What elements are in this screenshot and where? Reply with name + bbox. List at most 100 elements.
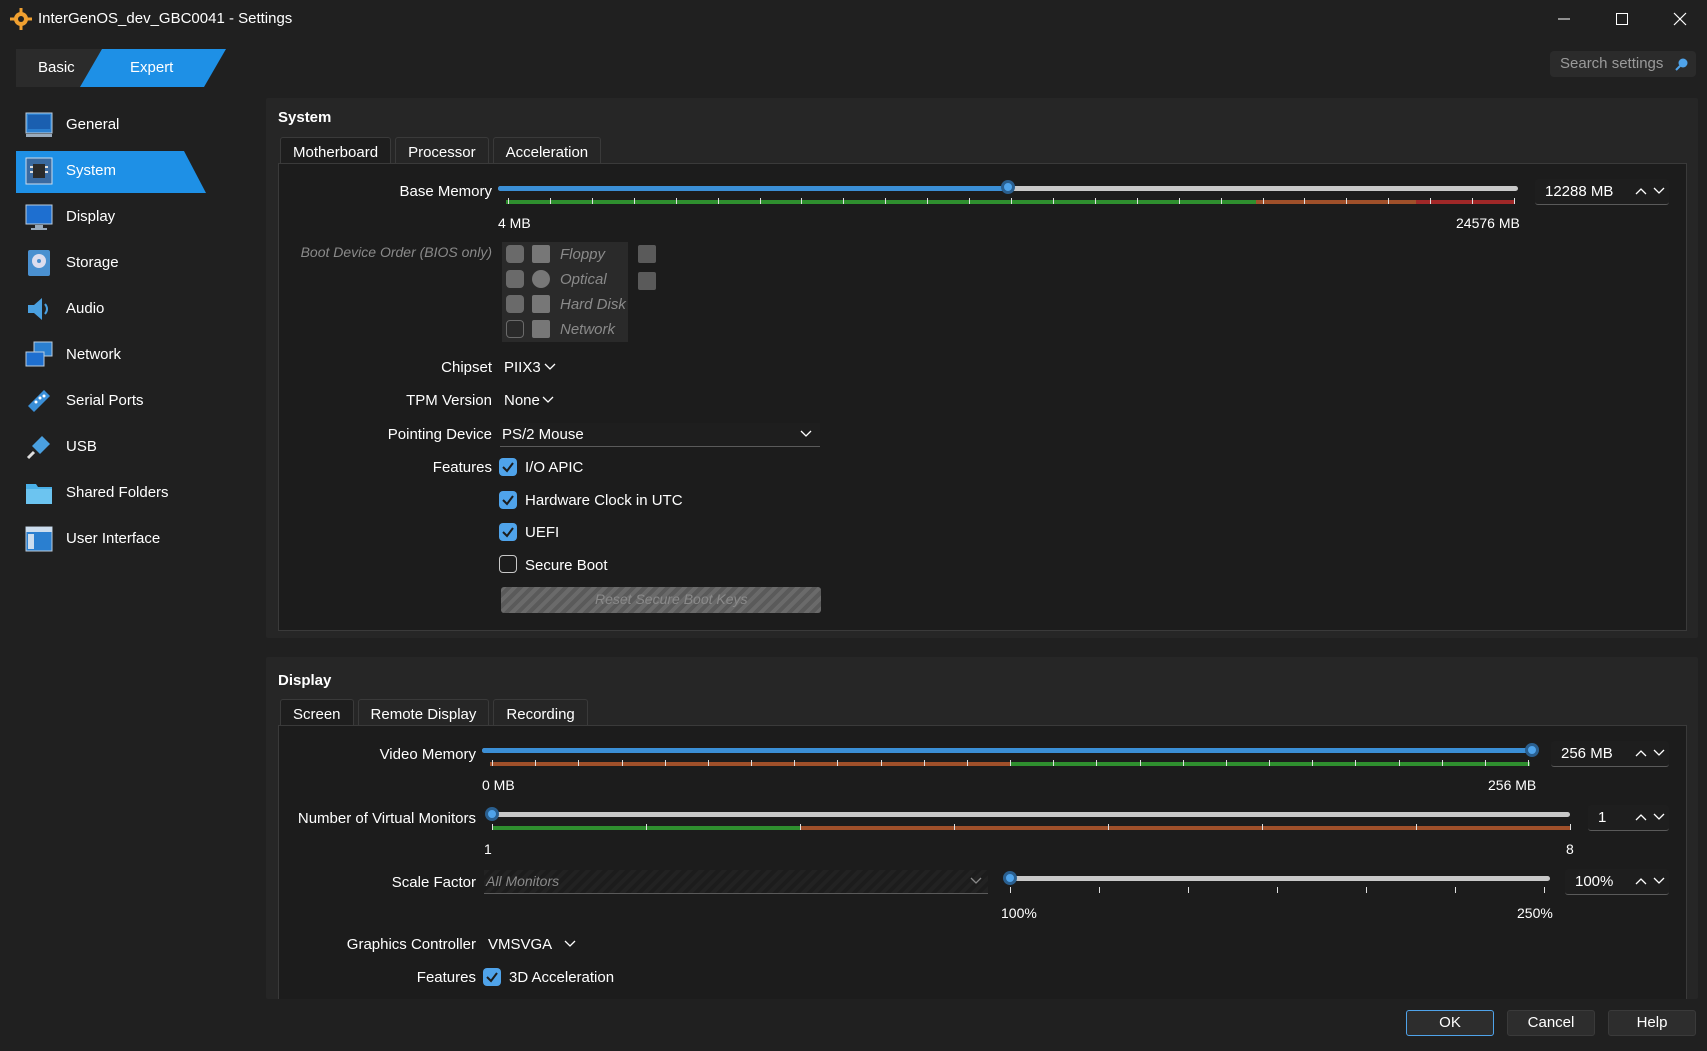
uefi-checkbox[interactable] [499, 523, 517, 541]
title-bar: InterGenOS_dev_GBC0041 - Settings [0, 0, 1707, 38]
boot-device-optical[interactable]: Optical [502, 267, 628, 291]
base-memory-spinbox[interactable]: 12288 MB [1535, 179, 1669, 205]
hardware-clock-utc-label: Hardware Clock in UTC [525, 492, 683, 509]
sidebar-item-audio[interactable]: Audio [16, 286, 226, 332]
sidebar-item-storage[interactable]: Storage [16, 240, 226, 286]
sidebar-item-label: Shared Folders [66, 484, 169, 501]
boot-device-floppy[interactable]: Floppy [502, 242, 628, 266]
tab-acceleration[interactable]: Acceleration [492, 137, 602, 166]
boot-device-checkbox[interactable] [506, 320, 524, 338]
tab-recording[interactable]: Recording [493, 699, 588, 728]
chipset-select[interactable]: PIIX3 [502, 356, 558, 380]
scale-factor-slider[interactable] [1003, 871, 1017, 885]
graphics-controller-select[interactable]: VMSVGA [486, 933, 582, 957]
boot-device-checkbox[interactable] [506, 270, 524, 288]
slider-tick [1053, 760, 1055, 766]
decrement-icon[interactable] [1653, 748, 1665, 758]
boot-device-network[interactable]: Network [502, 317, 628, 341]
slider-tick [759, 198, 761, 204]
maximize-button[interactable] [1593, 0, 1651, 38]
slider-tick [1139, 760, 1141, 766]
slider-tick [954, 824, 955, 830]
slider-tick [1052, 198, 1054, 204]
secure-boot-checkbox[interactable] [499, 555, 517, 573]
sidebar-item-serial-ports[interactable]: Serial Ports [16, 378, 226, 424]
sidebar-item-usb[interactable]: USB [16, 424, 226, 470]
tab-motherboard[interactable]: Motherboard [280, 137, 392, 166]
chevron-down-icon [970, 877, 982, 884]
tpm-version-select[interactable]: None [502, 389, 562, 413]
base-memory-slider[interactable] [1001, 180, 1015, 194]
boot-device-checkbox[interactable] [506, 295, 524, 313]
sidebar-item-system[interactable]: System [16, 148, 226, 194]
uefi-label: UEFI [525, 524, 560, 541]
slider-tick [1355, 760, 1357, 766]
sidebar-item-label: Network [66, 346, 122, 363]
ok-button[interactable]: OK [1406, 1010, 1494, 1036]
search-settings-input[interactable]: Search settings [1550, 51, 1696, 77]
memory-warn-band [1256, 200, 1416, 204]
slider-tick [1096, 760, 1098, 766]
sidebar-item-shared-folders[interactable]: Shared Folders [16, 470, 226, 516]
decrement-icon[interactable] [1653, 186, 1665, 196]
increment-icon[interactable] [1635, 876, 1647, 886]
increment-icon[interactable] [1635, 812, 1647, 822]
scale-factor-spinbox[interactable]: 100% [1565, 869, 1669, 895]
slider-tick [1416, 824, 1417, 830]
video-memory-spinbox[interactable]: 256 MB [1551, 741, 1669, 767]
virtual-monitors-slider[interactable] [485, 807, 499, 821]
sidebar-item-label: System [66, 162, 117, 179]
increment-icon[interactable] [1635, 186, 1647, 196]
tpm-version-label: TPM Version [406, 392, 492, 409]
slider-tick [578, 760, 580, 766]
decrement-icon[interactable] [1653, 876, 1665, 886]
slider-tick [837, 760, 839, 766]
tab-processor[interactable]: Processor [395, 137, 489, 166]
3d-acceleration-label: 3D Acceleration [509, 969, 615, 986]
slider-tick [1472, 198, 1474, 204]
increment-icon[interactable] [1635, 748, 1647, 758]
sidebar-item-general[interactable]: General [16, 102, 226, 148]
video-memory-slider[interactable] [1525, 743, 1539, 757]
boot-device-hard-disk[interactable]: Hard Disk [502, 292, 628, 316]
slider-tick [1010, 760, 1011, 766]
help-button[interactable]: Help [1608, 1010, 1696, 1036]
move-up-icon[interactable] [638, 245, 656, 263]
close-button[interactable] [1651, 0, 1707, 38]
slider-tick [751, 760, 752, 766]
serial-ports-icon [28, 390, 50, 412]
slider-tick [1094, 198, 1096, 204]
slider-tick [923, 760, 925, 766]
virtual-monitors-value: 1 [1598, 809, 1607, 826]
display-tabs: Screen Remote Display Recording [280, 699, 588, 728]
tab-remote-display[interactable]: Remote Display [357, 699, 490, 728]
3d-acceleration-checkbox[interactable] [483, 968, 501, 986]
expert-mode-button[interactable]: Expert [80, 49, 226, 87]
slider-tick [707, 760, 709, 766]
slider-tick [885, 198, 887, 204]
sidebar-item-display[interactable]: Display [16, 194, 226, 240]
pointing-device-select[interactable]: PS/2 Mouse [500, 423, 820, 447]
boot-device-list[interactable]: Floppy Optical Hard Disk Network [502, 242, 628, 342]
slider-tick [1441, 760, 1443, 766]
boot-device-checkbox[interactable] [506, 245, 524, 263]
virtual-monitors-spinbox[interactable]: 1 [1588, 805, 1669, 831]
scale-monitor-value: All Monitors [486, 873, 560, 889]
minimize-button[interactable] [1535, 0, 1593, 38]
hardware-clock-utc-checkbox[interactable] [499, 491, 517, 509]
slider-tick [1398, 760, 1400, 766]
decrement-icon[interactable] [1653, 812, 1665, 822]
sidebar-item-network[interactable]: Network [16, 332, 226, 378]
sidebar-item-user-interface[interactable]: User Interface [16, 516, 226, 562]
move-down-icon[interactable] [638, 272, 656, 290]
reset-secure-boot-keys-button[interactable]: Reset Secure Boot Keys [501, 587, 821, 613]
cancel-button[interactable]: Cancel [1507, 1010, 1595, 1036]
scale-monitor-select[interactable]: All Monitors [484, 870, 988, 894]
tab-screen[interactable]: Screen [280, 699, 354, 728]
io-apic-checkbox[interactable] [499, 458, 517, 476]
scale-factor-label: Scale Factor [391, 874, 476, 891]
pointing-device-label: Pointing Device [387, 426, 492, 443]
checkmark-icon [502, 527, 514, 538]
display-features-label: Features [416, 969, 476, 986]
chipset-label: Chipset [441, 359, 492, 376]
